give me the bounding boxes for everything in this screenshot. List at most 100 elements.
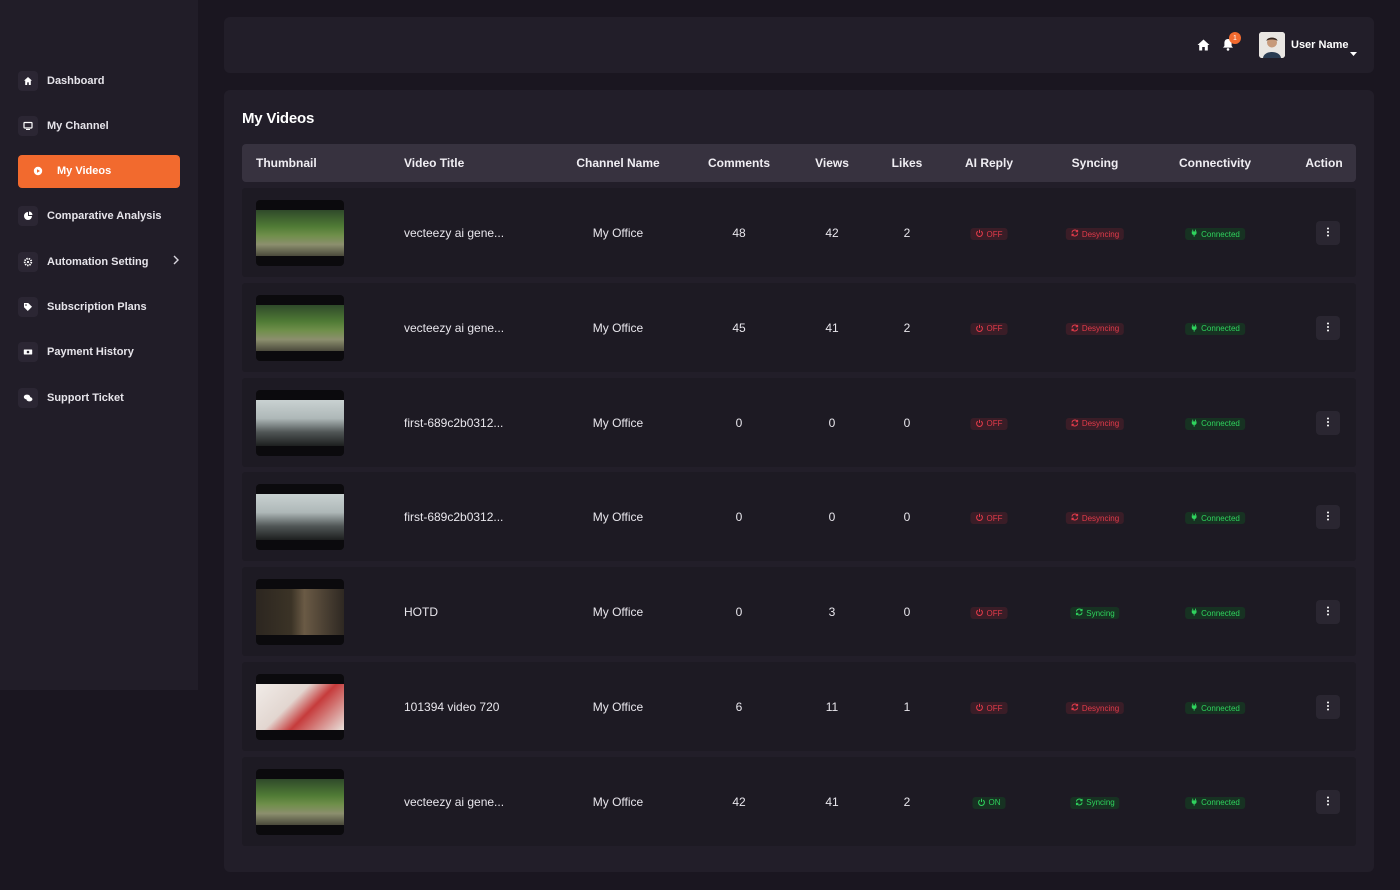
video-title[interactable]: first-689c2b0312... [404, 416, 503, 430]
table-row[interactable]: vecteezy ai gene... My Office 48 42 2 OF… [242, 188, 1356, 277]
row-actions-button[interactable] [1316, 789, 1340, 814]
videos-card: My Videos Thumbnail Video Title Channel … [224, 90, 1374, 872]
ai-reply-badge[interactable]: OFF [970, 228, 1008, 240]
home-icon[interactable] [1197, 38, 1210, 56]
plug-icon [1190, 703, 1198, 713]
ai-reply-badge[interactable]: OFF [970, 417, 1008, 430]
caret-down-icon[interactable] [1350, 43, 1357, 61]
video-thumbnail[interactable] [256, 294, 344, 361]
sidebar-item-label: Payment History [47, 346, 134, 359]
likes-count: 2 [903, 226, 911, 240]
row-actions-button[interactable] [1316, 221, 1340, 245]
sidebar-item-my-videos[interactable]: My Videos [18, 154, 180, 188]
video-title[interactable]: first-689c2b0312... [404, 510, 503, 524]
table-row[interactable]: HOTD My Office 0 3 0 OFF Syncing Connect… [242, 567, 1356, 657]
syncing-status: Desyncing [1081, 419, 1120, 429]
video-title[interactable]: 101394 video 720 [404, 700, 499, 714]
syncing-badge[interactable]: Syncing [1070, 796, 1120, 809]
chat-icon [18, 387, 38, 408]
ai-reply-status: ON [988, 798, 1001, 808]
video-thumbnail[interactable] [256, 484, 344, 551]
ai-reply-status: OFF [986, 229, 1003, 239]
syncing-badge[interactable]: Desyncing [1065, 702, 1125, 714]
plug-icon [1190, 608, 1198, 618]
sidebar-item-label: Support Ticket [47, 391, 124, 404]
likes-count: 2 [903, 320, 911, 335]
sidebar-item-label: My Channel [47, 119, 109, 132]
money-icon [18, 342, 38, 363]
sidebar-item-support-ticket[interactable]: Support Ticket [18, 381, 180, 414]
comments-count: 0 [735, 415, 743, 430]
column-header-channel-name: Channel Name [576, 156, 660, 170]
home-icon [18, 70, 38, 91]
avatar[interactable] [1259, 32, 1285, 58]
ai-reply-badge[interactable]: OFF [970, 322, 1008, 335]
syncing-badge[interactable]: Desyncing [1065, 512, 1125, 525]
syncing-badge[interactable]: Desyncing [1065, 417, 1125, 430]
column-header-syncing: Syncing [1071, 156, 1119, 170]
likes-count: 2 [903, 794, 911, 809]
video-thumbnail[interactable] [256, 674, 344, 740]
connectivity-badge: Connected [1185, 228, 1245, 240]
notification-badge: 1 [1229, 32, 1241, 44]
table-row[interactable]: first-689c2b0312... My Office 0 0 0 OFF … [242, 472, 1356, 562]
row-actions-button[interactable] [1316, 695, 1340, 719]
power-icon [976, 229, 984, 239]
power-icon [976, 513, 984, 523]
more-vertical-icon [1326, 603, 1330, 621]
table-header: Thumbnail Video Title Channel Name Comme… [242, 144, 1356, 182]
column-header-video-title: Video Title [404, 156, 465, 170]
connectivity-badge: Connected [1185, 702, 1245, 714]
video-title[interactable]: vecteezy ai gene... [404, 321, 504, 335]
comments-count: 6 [735, 700, 743, 714]
comments-count: 0 [735, 510, 743, 525]
connectivity-status: Connected [1201, 419, 1240, 429]
table-row[interactable]: vecteezy ai gene... My Office 42 41 2 ON… [242, 756, 1356, 846]
video-thumbnail[interactable] [256, 389, 344, 456]
sidebar-item-my-channel[interactable]: My Channel [18, 109, 180, 142]
views-count: 42 [825, 226, 839, 240]
table-row[interactable]: first-689c2b0312... My Office 0 0 0 OFF … [242, 377, 1356, 467]
sidebar-item-subscription-plans[interactable]: Subscription Plans [18, 290, 180, 323]
likes-count: 1 [903, 700, 911, 714]
channel-name: My Office [592, 605, 644, 620]
ai-reply-badge[interactable]: ON [972, 796, 1006, 809]
row-actions-button[interactable] [1316, 600, 1340, 625]
channel-name: My Office [592, 510, 644, 525]
sync-icon [1075, 608, 1083, 618]
row-actions-button[interactable] [1316, 505, 1340, 530]
video-title[interactable]: HOTD [404, 605, 438, 619]
syncing-badge[interactable]: Desyncing [1065, 322, 1125, 335]
more-vertical-icon [1326, 319, 1330, 337]
sync-icon [1071, 229, 1079, 239]
sidebar-item-label: Automation Setting [47, 255, 149, 268]
ai-reply-badge[interactable]: OFF [970, 512, 1008, 525]
connectivity-badge: Connected [1185, 417, 1245, 430]
sidebar-item-automation-setting[interactable]: Automation Setting [18, 245, 180, 278]
sidebar-item-dashboard[interactable]: Dashboard [18, 64, 180, 97]
row-actions-button[interactable] [1316, 410, 1340, 435]
sidebar-item-comparative-analysis[interactable]: Comparative Analysis [18, 200, 180, 233]
sidebar-item-payment-history[interactable]: Payment History [18, 336, 180, 369]
user-name[interactable]: User Name [1291, 39, 1348, 51]
syncing-badge[interactable]: Syncing [1070, 607, 1120, 620]
row-actions-button[interactable] [1316, 315, 1340, 340]
video-thumbnail[interactable] [256, 200, 344, 266]
sync-icon [1075, 798, 1083, 808]
video-thumbnail[interactable] [256, 579, 344, 646]
gear-icon [18, 251, 38, 272]
video-thumbnail[interactable] [256, 768, 344, 835]
ai-reply-badge[interactable]: OFF [970, 607, 1008, 620]
plug-icon [1190, 324, 1198, 334]
ai-reply-status: OFF [986, 703, 1003, 713]
table-row[interactable]: vecteezy ai gene... My Office 45 41 2 OF… [242, 282, 1356, 372]
video-title[interactable]: vecteezy ai gene... [404, 226, 504, 240]
monitor-icon [18, 115, 38, 136]
comments-count: 42 [732, 794, 746, 809]
sidebar-item-label: My Videos [57, 165, 112, 178]
video-title[interactable]: vecteezy ai gene... [404, 795, 504, 809]
table-row[interactable]: 101394 video 720 My Office 6 11 1 OFF De… [242, 662, 1356, 751]
syncing-badge[interactable]: Desyncing [1065, 228, 1125, 240]
ai-reply-badge[interactable]: OFF [970, 702, 1008, 714]
column-header-likes: Likes [891, 156, 923, 170]
